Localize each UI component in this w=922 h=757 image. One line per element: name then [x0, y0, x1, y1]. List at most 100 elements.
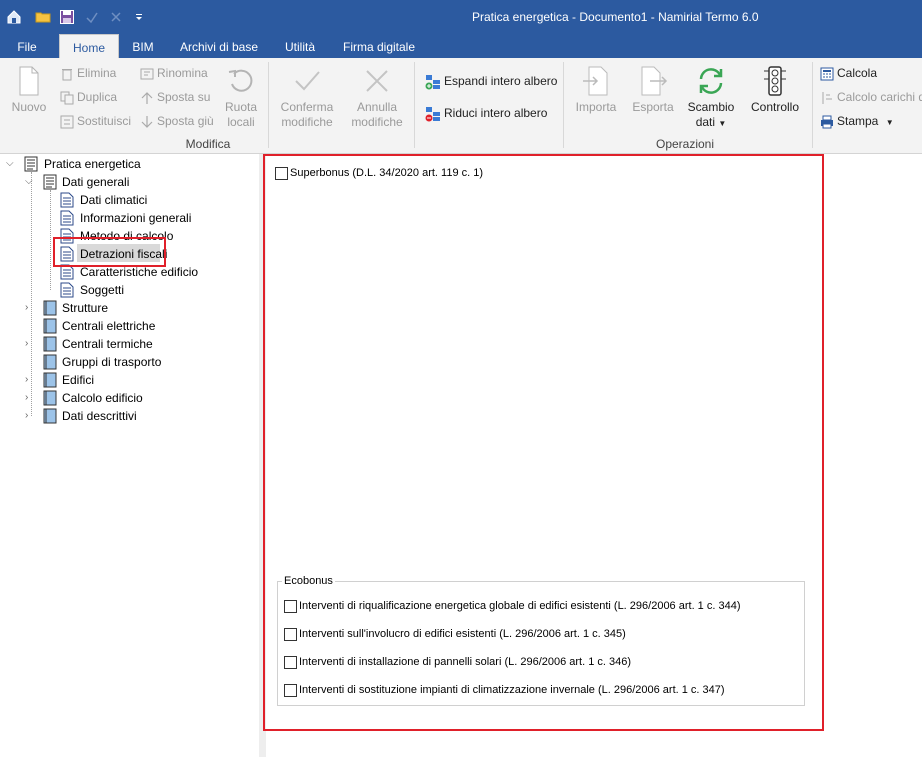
espandi-albero-button[interactable]: Espandi intero albero: [425, 72, 557, 90]
chevron-right-icon[interactable]: ›: [25, 299, 35, 317]
sposta-giu-label: Sposta giù: [157, 114, 214, 128]
riduci-albero-button[interactable]: Riduci intero albero: [425, 104, 547, 122]
tab-home[interactable]: Home: [59, 34, 119, 58]
chevron-down-icon[interactable]: ⌵: [6, 155, 16, 173]
duplica-label: Duplica: [77, 90, 118, 104]
controllo-label: Controllo: [750, 100, 800, 114]
eco-pannelli-solari-label: Interventi di installazione di pannelli …: [299, 656, 632, 668]
stampa-label: Stampa: [837, 114, 879, 128]
sposta-su-button[interactable]: Sposta su: [140, 88, 210, 106]
rename-icon: [140, 68, 154, 80]
scambio-dati-button[interactable]: Scambio dati ▼: [684, 66, 738, 131]
esporta-label: Esporta: [632, 100, 674, 114]
tree-item-label: Centrali termiche: [62, 337, 153, 351]
replace-icon: [60, 115, 74, 129]
tab-file[interactable]: File: [6, 34, 48, 58]
folder-book-icon: [43, 354, 57, 370]
annulla-modifiche-button[interactable]: Annulla modifiche: [346, 66, 408, 130]
trash-icon: [62, 68, 72, 81]
ecobonus-title: Ecobonus: [282, 575, 335, 587]
ribbon-separator: [563, 62, 564, 148]
document-list-icon: [24, 156, 38, 172]
chevron-right-icon[interactable]: ›: [25, 335, 35, 353]
chevron-right-icon[interactable]: ›: [25, 371, 35, 389]
highlight-box: [53, 237, 166, 267]
superbonus-checkbox[interactable]: [275, 167, 288, 180]
app-logo-icon: [7, 10, 21, 24]
sposta-su-label: Sposta su: [157, 90, 211, 104]
import-icon: [583, 66, 608, 96]
eco-involucro-checkbox[interactable]: [284, 628, 297, 641]
calcolo-carichi-label: Calcolo carichi di: [837, 90, 922, 104]
riduci-label: Riduci intero albero: [444, 106, 548, 120]
folder-book-icon: [43, 336, 57, 352]
conferma-modifiche-button[interactable]: Conferma modifiche: [274, 66, 340, 130]
eco-riqualificazione-checkbox[interactable]: [284, 600, 297, 613]
sostituisci-button[interactable]: Sostituisci: [60, 112, 131, 130]
save-icon[interactable]: [59, 9, 75, 25]
load-icon: [822, 91, 832, 104]
folder-book-icon: [43, 390, 57, 406]
cancel-x-icon: [366, 70, 388, 92]
stampa-button[interactable]: Stampa ▼: [820, 112, 894, 130]
undo-icon[interactable]: [84, 9, 100, 25]
importa-button[interactable]: Importa: [570, 66, 622, 115]
elimina-button[interactable]: Elimina: [60, 64, 116, 82]
tab-utilita[interactable]: Utilità: [276, 34, 324, 58]
nuovo-button[interactable]: Nuovo: [6, 66, 52, 115]
open-folder-icon[interactable]: [35, 9, 51, 25]
folder-book-icon: [43, 372, 57, 388]
tree-item-label: Soggetti: [80, 283, 125, 297]
chevron-right-icon[interactable]: ›: [25, 389, 35, 407]
conferma-label-2: modifiche: [281, 115, 333, 129]
chevron-right-icon[interactable]: ›: [25, 407, 35, 425]
calcola-button[interactable]: Calcola: [820, 64, 877, 82]
tree-item-label: Dati descrittivi: [62, 409, 137, 423]
ruota-locali-button[interactable]: Ruota locali: [220, 66, 262, 130]
eco-riqualificazione-label: Interventi di riqualificazione energetic…: [299, 600, 741, 612]
sostituisci-label: Sostituisci: [77, 114, 132, 128]
redo-icon[interactable]: [108, 9, 124, 25]
collapse-tree-icon: [425, 106, 440, 122]
tree-item-label: Pratica energetica: [44, 157, 141, 171]
group-label-operazioni: Operazioni: [655, 137, 715, 151]
duplica-button[interactable]: Duplica: [60, 88, 117, 106]
export-icon: [641, 66, 668, 96]
tree-item-label: Gruppi di trasporto: [62, 355, 162, 369]
ruota-locali-label-2: locali: [227, 115, 255, 129]
tree-item-label: Informazioni generali: [80, 211, 192, 225]
rinomina-label: Rinomina: [157, 66, 208, 80]
document-list-icon: [43, 174, 57, 190]
quick-access-dropdown-icon[interactable]: [134, 9, 144, 25]
sposta-giu-button[interactable]: Sposta giù: [140, 112, 214, 130]
importa-label: Importa: [575, 100, 617, 114]
esporta-button[interactable]: Esporta: [628, 66, 678, 115]
tree-item-label: Calcolo edificio: [62, 391, 143, 405]
folder-book-icon: [43, 300, 57, 316]
elimina-label: Elimina: [77, 66, 117, 80]
eco-involucro-label: Interventi sull'involucro di edifici esi…: [299, 628, 626, 640]
annulla-label-1: Annulla: [356, 100, 398, 114]
printer-icon: [821, 115, 833, 129]
tab-bim[interactable]: BIM: [124, 34, 162, 58]
arrow-down-icon: [141, 115, 153, 128]
tab-firma-digitale[interactable]: Firma digitale: [334, 34, 424, 58]
controllo-button[interactable]: Controllo: [744, 66, 806, 115]
ruota-locali-label-1: Ruota: [224, 100, 258, 114]
chevron-down-icon: ▼: [718, 119, 727, 128]
title-bar: Pratica energetica - Documento1 - Namiri…: [0, 0, 922, 34]
ribbon-separator: [812, 62, 813, 148]
eco-pannelli-solari-checkbox[interactable]: [284, 656, 297, 669]
rinomina-button[interactable]: Rinomina: [140, 64, 208, 82]
eco-climatizzazione-checkbox[interactable]: [284, 684, 297, 697]
group-label-modifica: Modifica: [185, 137, 231, 151]
chevron-down-icon[interactable]: ⌵: [25, 173, 35, 191]
eco-climatizzazione-label: Interventi di sostituzione impianti di c…: [299, 684, 725, 696]
ribbon-separator: [414, 62, 415, 148]
calcolo-carichi-button[interactable]: Calcolo carichi di: [820, 88, 922, 106]
tree-guide: [50, 190, 51, 290]
tab-archivi-di-base[interactable]: Archivi di base: [172, 34, 266, 58]
arrow-up-icon: [141, 91, 153, 104]
traffic-light-icon: [764, 66, 786, 96]
document-icon: [60, 210, 74, 226]
